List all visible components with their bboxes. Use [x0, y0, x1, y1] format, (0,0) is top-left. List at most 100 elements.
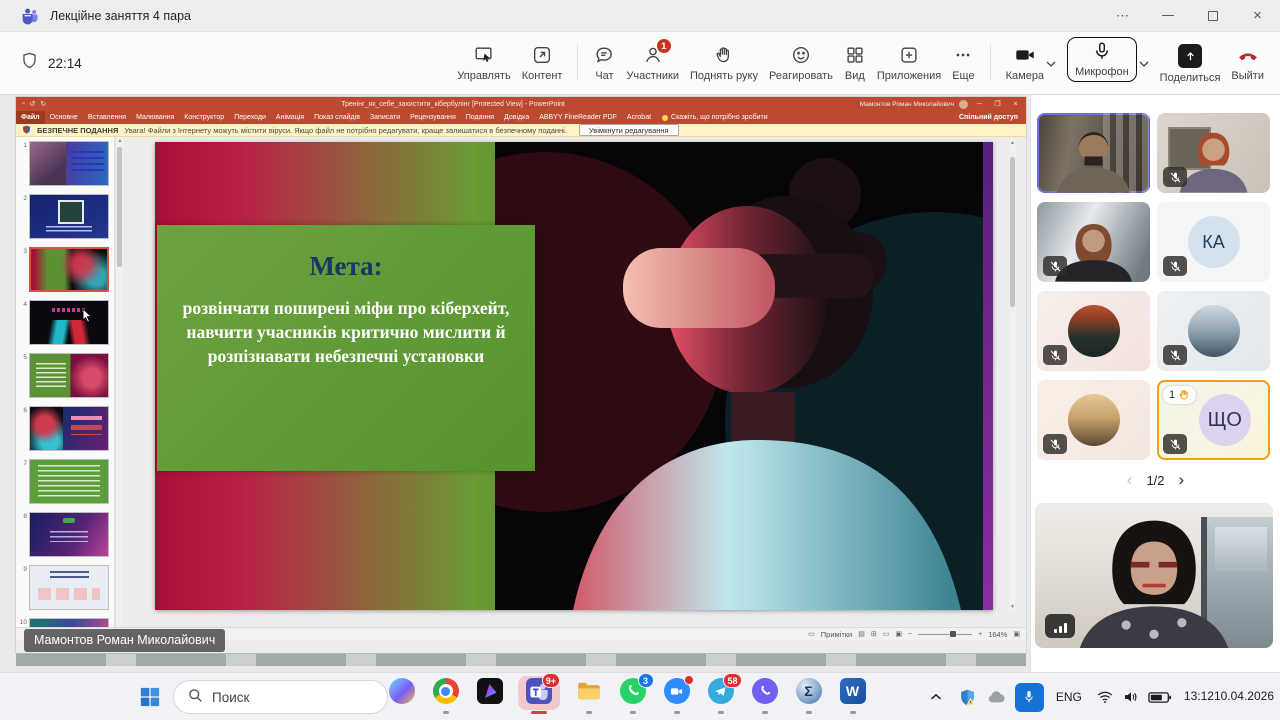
ribbon-tab[interactable]: Основне [45, 111, 83, 124]
slide-thumbnail-8[interactable] [29, 512, 109, 557]
scrollbar-thumb[interactable] [1010, 157, 1015, 307]
security-shield-icon[interactable] [958, 688, 977, 707]
microphone-button[interactable]: Микрофон [1067, 37, 1137, 82]
apps-button[interactable]: Приложения [877, 40, 941, 82]
scroll-up-icon[interactable]: ▲ [1009, 140, 1016, 146]
window-maximize-button[interactable] [1190, 0, 1235, 32]
participant-tile-2[interactable] [1157, 113, 1270, 193]
slide-text-box[interactable]: Мета: розвінчати поширені міфи про кібер… [157, 225, 535, 471]
slide-thumbnail-6[interactable] [29, 406, 109, 451]
slide-thumbnail-panel[interactable]: 1 2 3 4 5 6 7 8 9 10 [16, 137, 115, 640]
slide-thumbnail-3-current[interactable] [29, 247, 109, 292]
ppt-minimize-button[interactable]: ─ [973, 101, 986, 108]
ribbon-tab[interactable]: Довідка [499, 111, 534, 124]
shared-powerpoint-window[interactable]: ▫↺↻ Тренінг_як_себе_захистити_кібербулін… [16, 97, 1026, 653]
whatsapp-app[interactable]: 3 [619, 678, 646, 716]
camera-chevron-icon[interactable] [1046, 54, 1056, 72]
ribbon-tab[interactable]: Рецензування [405, 111, 461, 124]
microphone-chevron-icon[interactable] [1139, 54, 1149, 72]
view-button[interactable]: Вид [844, 40, 866, 82]
ribbon-tab[interactable]: Конструктор [179, 111, 229, 124]
window-minimize-button[interactable] [1145, 0, 1190, 32]
tell-me-label[interactable]: Скажіть, що потрібно зробити [671, 114, 768, 121]
start-button[interactable] [139, 686, 161, 708]
participants-button[interactable]: 1 Участники [626, 40, 679, 82]
chrome-app[interactable] [432, 678, 459, 716]
slide-thumbnail-7[interactable] [29, 459, 109, 504]
slide-thumbnail-9[interactable] [29, 565, 109, 610]
ribbon-tab[interactable]: Показ слайдів [309, 111, 365, 124]
zoom-in-icon[interactable]: + [978, 631, 982, 638]
raise-hand-button[interactable]: Поднять руку [690, 40, 758, 82]
onedrive-cloud-icon[interactable] [986, 687, 1007, 708]
page-next-icon[interactable]: › [1179, 470, 1185, 490]
scrollbar-thumb[interactable] [117, 147, 122, 267]
participant-tile-6-avatar[interactable] [1157, 291, 1270, 371]
zoom-app[interactable] [663, 678, 690, 716]
notes-button[interactable]: Примітки [821, 630, 852, 639]
share-button[interactable]: Поделиться [1160, 40, 1221, 84]
search-input[interactable]: Поиск [173, 680, 388, 714]
ppt-close-button[interactable]: × [1009, 101, 1022, 108]
zoom-level[interactable]: 164% [988, 630, 1007, 639]
file-explorer-app[interactable] [575, 678, 602, 716]
quick-access-toolbar[interactable]: ▫↺↻ [16, 100, 46, 108]
volume-icon[interactable] [1122, 688, 1140, 706]
ppt-share-button[interactable]: Спільний доступ [959, 114, 1026, 121]
content-button[interactable]: Контент [522, 40, 563, 82]
stats-app[interactable]: Σ [795, 678, 822, 716]
slideshow-icon[interactable]: ▣ [895, 630, 902, 638]
word-app[interactable]: W [839, 678, 866, 716]
reading-view-icon[interactable]: ▭ [883, 630, 890, 638]
slide-thumbnail-4[interactable] [29, 300, 109, 345]
ppt-restore-button[interactable]: ❐ [991, 100, 1004, 108]
participant-tile-1-speaking[interactable] [1037, 113, 1150, 193]
zoom-slider-handle[interactable] [950, 631, 956, 637]
ribbon-tab[interactable]: ABBYY FineReader PDF [534, 111, 622, 124]
participant-tile-5-avatar[interactable] [1037, 291, 1150, 371]
zoom-slider[interactable] [918, 634, 972, 635]
more-button[interactable]: Еще [952, 40, 974, 82]
presenter-video-tile[interactable] [1035, 503, 1273, 648]
telegram-app[interactable]: 58 [707, 678, 734, 716]
leave-button[interactable]: Выйти [1231, 40, 1264, 82]
clock[interactable]: 13:12 10.04.2026 [1184, 689, 1274, 705]
current-slide[interactable]: Мета: розвінчати поширені міфи про кібер… [155, 142, 993, 610]
ribbon-tab[interactable]: Записати [365, 111, 405, 124]
battery-icon[interactable] [1148, 691, 1172, 704]
copilot-app[interactable] [388, 678, 415, 716]
slide-thumbnail-2[interactable] [29, 194, 109, 239]
slide-vertical-scrollbar[interactable]: ▲ ▼ [1009, 139, 1016, 611]
ribbon-tab[interactable]: Малювання [131, 111, 179, 124]
participant-tile-7-avatar[interactable] [1037, 380, 1150, 460]
scroll-up-icon[interactable]: ▲ [116, 138, 124, 144]
chat-button[interactable]: Чат [593, 40, 615, 82]
window-close-button[interactable]: × [1235, 0, 1280, 32]
ribbon-tab[interactable]: Acrobat [622, 111, 656, 124]
ribbon-tab[interactable]: Переходи [229, 111, 271, 124]
slide-thumbnail-1[interactable] [29, 141, 109, 186]
tray-expand-icon[interactable] [930, 693, 942, 701]
normal-view-icon[interactable]: ▤ [858, 630, 865, 638]
ribbon-tab[interactable]: Подання [461, 111, 499, 124]
participant-tile-8-hand-raised[interactable]: 1 ЩО [1157, 380, 1270, 460]
window-more-button[interactable]: ⋯ [1100, 0, 1145, 32]
zoom-out-icon[interactable]: − [908, 631, 912, 638]
active-microphone-indicator[interactable] [1015, 683, 1044, 712]
slide-editing-area[interactable]: Мета: розвінчати поширені міфи про кібер… [124, 137, 1016, 627]
viber-app[interactable] [751, 678, 778, 716]
camera-button[interactable]: Камера [1006, 40, 1044, 82]
enable-editing-button[interactable]: Увімкнути редагування [579, 124, 679, 136]
fit-slide-icon[interactable]: ▣ [1013, 630, 1020, 638]
slide-thumbnail-5[interactable] [29, 353, 109, 398]
participant-tile-4-initials[interactable]: КА [1157, 202, 1270, 282]
language-switcher[interactable]: ENG [1056, 690, 1082, 704]
ribbon-tab[interactable]: Анімація [271, 111, 309, 124]
manage-button[interactable]: Управлять [457, 40, 510, 82]
scroll-down-icon[interactable]: ▼ [1009, 604, 1016, 610]
wifi-icon[interactable] [1096, 688, 1114, 706]
teams-app-active[interactable]: 9+ [520, 678, 558, 716]
ribbon-tab[interactable]: Вставлення [83, 111, 131, 124]
participant-tile-3[interactable] [1037, 202, 1150, 282]
sorter-view-icon[interactable]: ⊞ [871, 630, 877, 638]
